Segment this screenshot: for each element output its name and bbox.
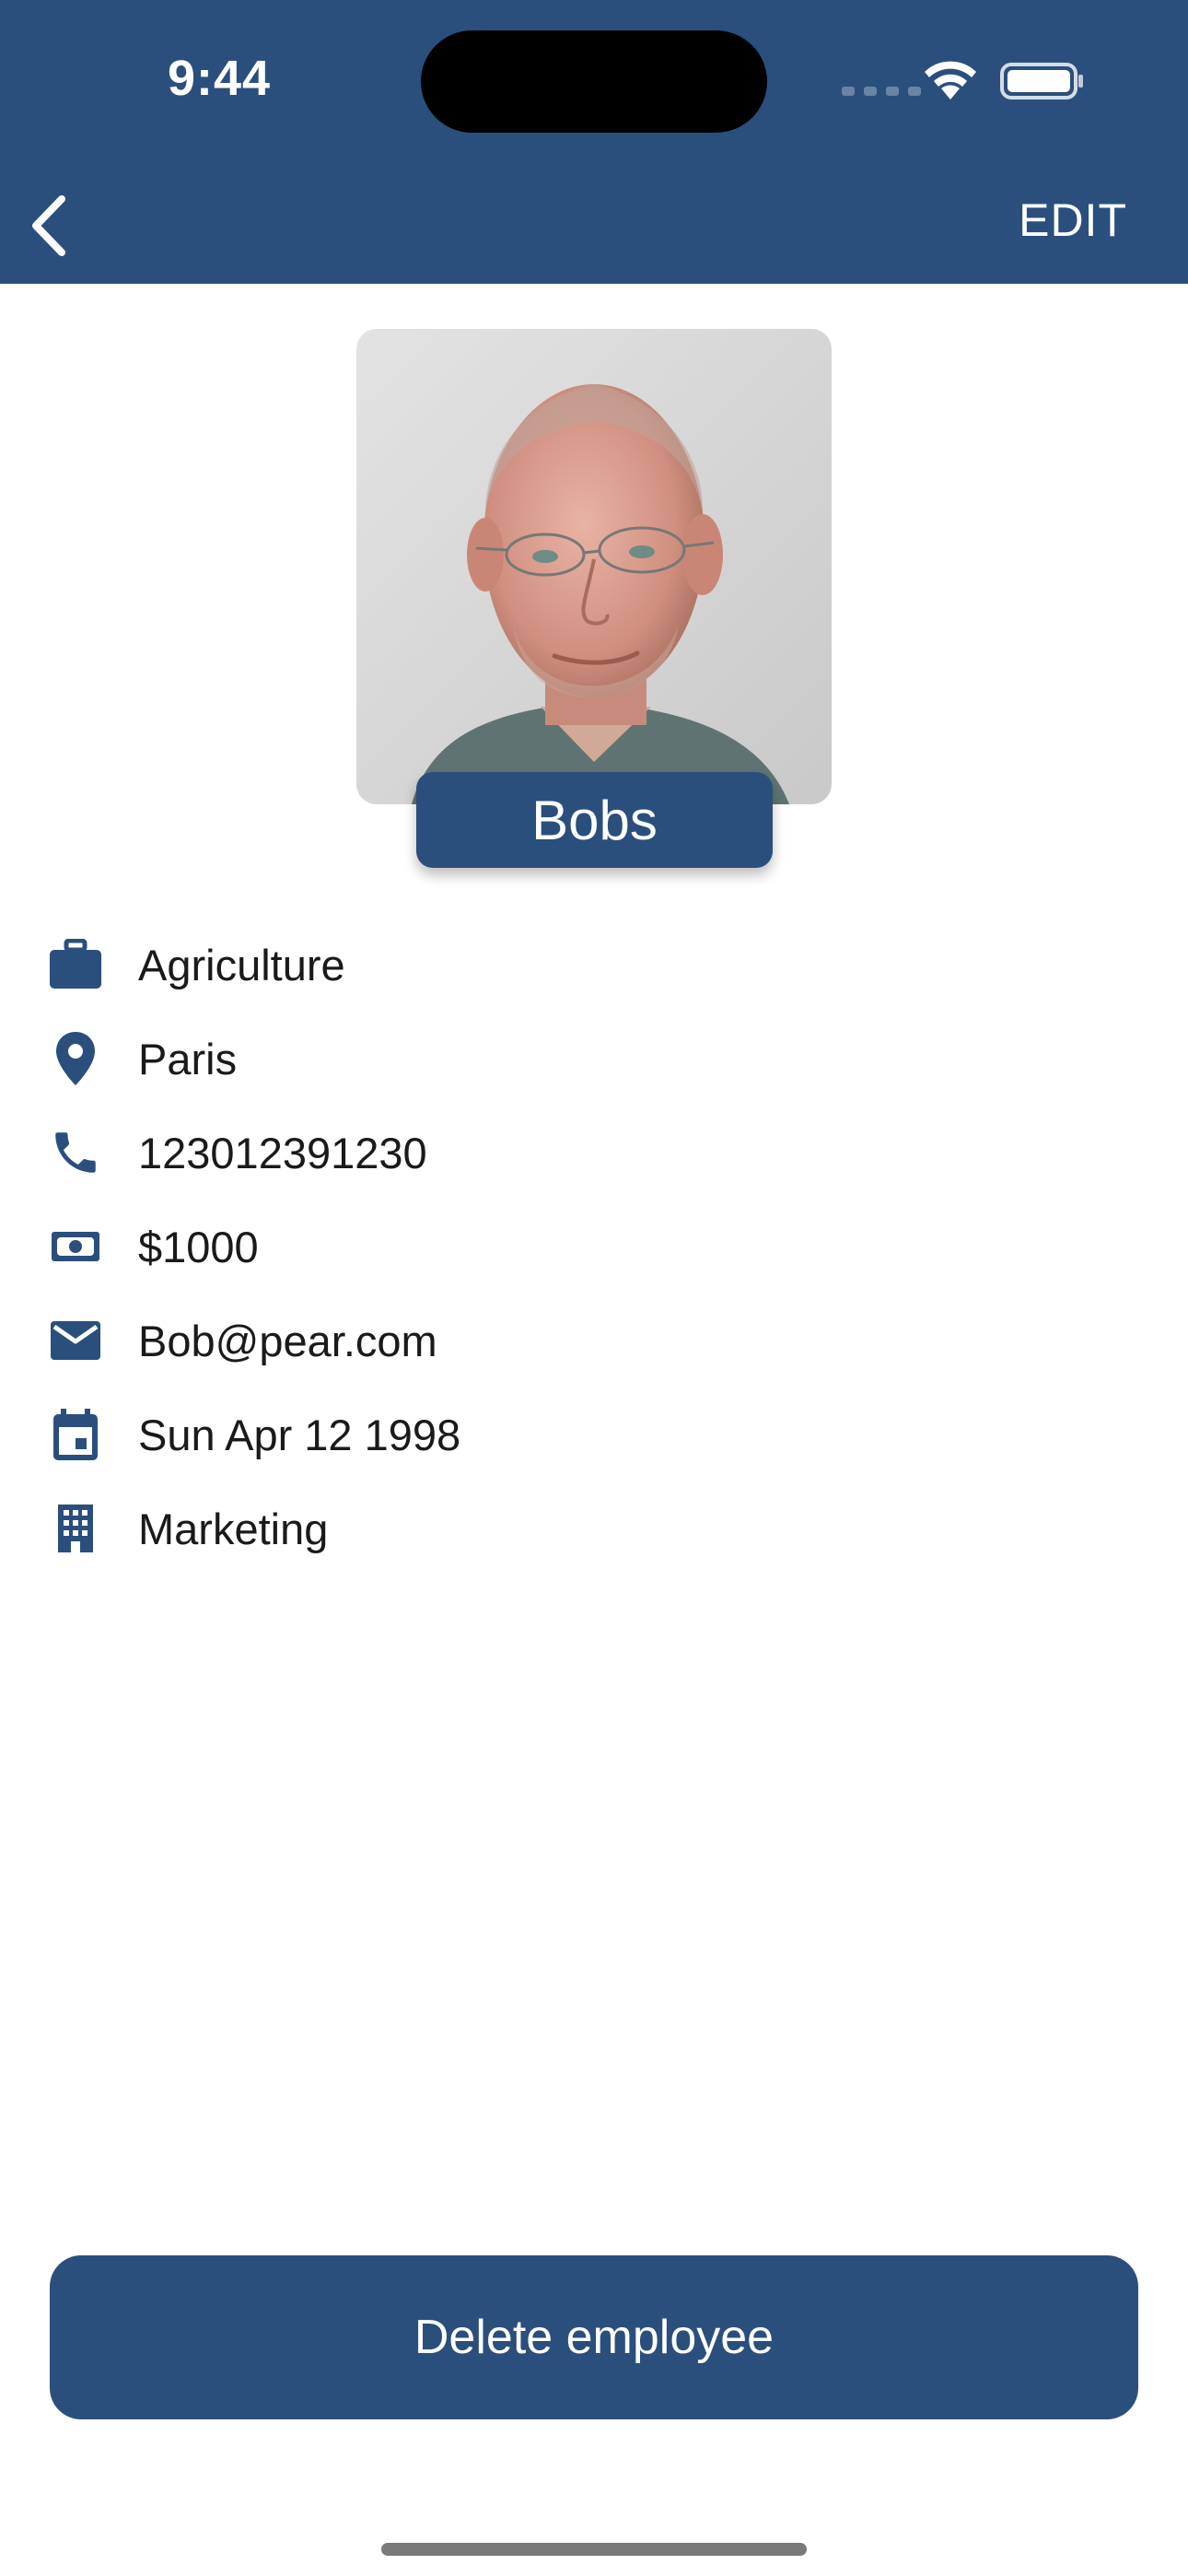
detail-row-birthdate: Sun Apr 12 1998 (0, 1388, 1188, 1481)
battery-icon (1000, 63, 1083, 100)
detail-value: $1000 (138, 1222, 259, 1271)
money-icon (44, 1215, 107, 1278)
chevron-left-icon (32, 195, 65, 256)
detail-value: 123012391230 (138, 1128, 427, 1177)
phone-icon (44, 1121, 107, 1184)
building-icon (44, 1497, 107, 1560)
delete-employee-button[interactable]: Delete employee (50, 2255, 1138, 2419)
status-time: 9:44 (168, 51, 272, 106)
detail-row-email: Bob@pear.com (0, 1294, 1188, 1388)
location-pin-icon (44, 1027, 107, 1090)
employee-name-badge: Bobs (416, 772, 773, 868)
detail-row-phone: 123012391230 (0, 1106, 1188, 1200)
dynamic-island (421, 30, 767, 133)
detail-value: Paris (138, 1034, 238, 1083)
detail-value: Marketing (138, 1504, 329, 1553)
back-button[interactable] (13, 184, 87, 267)
detail-value: Agriculture (138, 940, 345, 989)
detail-value: Sun Apr 12 1998 (138, 1410, 461, 1459)
detail-row-salary: $1000 (0, 1200, 1188, 1294)
detail-row-department: Marketing (0, 1481, 1188, 1575)
email-icon (44, 1309, 107, 1372)
home-indicator[interactable] (381, 2543, 807, 2556)
wifi-icon (925, 61, 976, 100)
employee-detail-screen: 9:44 EDIT Bobs Agriculture Paris 1230123… (0, 0, 1188, 2576)
calendar-icon (44, 1403, 107, 1466)
briefcase-icon (44, 933, 107, 996)
employee-photo (356, 329, 832, 804)
detail-value: Bob@pear.com (138, 1316, 437, 1365)
detail-row-location: Paris (0, 1012, 1188, 1106)
detail-row-industry: Agriculture (0, 918, 1188, 1012)
cellular-signal-icon (842, 87, 921, 96)
edit-button[interactable]: EDIT (1019, 193, 1127, 247)
header: 9:44 EDIT (0, 0, 1188, 284)
